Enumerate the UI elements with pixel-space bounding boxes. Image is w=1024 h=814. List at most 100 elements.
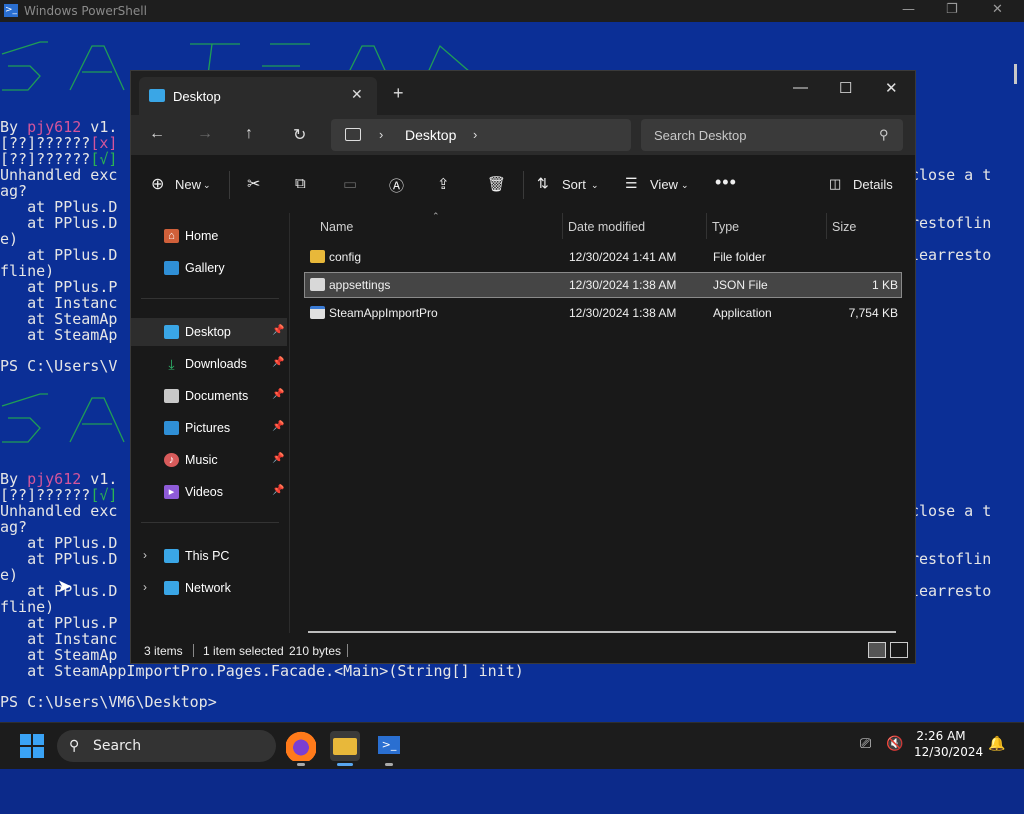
terminal-line: e) [0, 566, 19, 584]
chevron-down-icon: ⌄ [591, 180, 599, 190]
start-button[interactable] [20, 734, 44, 758]
sidebar-item-music[interactable]: ♪ Music 📌 [131, 446, 287, 474]
terminal-line: [??]??????[√] [0, 150, 118, 168]
chevron-right-icon[interactable]: › [473, 127, 477, 142]
json-file-icon [310, 278, 325, 291]
file-list[interactable]: ⌃ Name Date modified Type Size config 12… [290, 211, 915, 633]
terminal-fragment: restoflin [910, 550, 992, 568]
pin-icon[interactable]: 📌 [272, 453, 284, 464]
sidebar-item-this-pc[interactable]: › This PC [131, 542, 287, 570]
tiles-view-icon[interactable] [890, 642, 908, 658]
tab-desktop[interactable]: Desktop ✕ [139, 77, 377, 115]
application-icon [310, 306, 325, 319]
column-divider[interactable] [706, 213, 707, 239]
rename-icon[interactable]: Ⓐ [389, 175, 404, 196]
sidebar-item-pictures[interactable]: Pictures 📌 [131, 414, 287, 442]
paste-icon[interactable]: ▭ [343, 175, 357, 193]
file-row[interactable]: appsettings 12/30/2024 1:38 AM JSON File… [304, 272, 902, 298]
sort-button[interactable]: Sort [562, 177, 586, 192]
forward-button[interactable]: → [197, 125, 213, 143]
up-button[interactable]: ↑ [245, 125, 253, 143]
terminal-line: at PPlus.D [0, 550, 118, 568]
notification-bell-icon[interactable]: 🔔 [988, 736, 1005, 752]
back-button[interactable]: ← [149, 125, 165, 143]
search-input[interactable]: Search Desktop ⚲ [641, 119, 903, 151]
file-explorer-taskbar-button[interactable] [330, 731, 360, 766]
pin-icon[interactable]: 📌 [272, 357, 284, 368]
maximize-button[interactable]: ❐ [946, 2, 958, 17]
refresh-button[interactable]: ↻ [293, 125, 306, 145]
windows-logo-icon [33, 734, 44, 745]
minimize-button[interactable]: — [902, 2, 915, 17]
sidebar-item-label: Home [185, 229, 219, 243]
details-view-icon[interactable] [868, 642, 886, 658]
column-header-date[interactable]: Date modified [568, 220, 645, 234]
desktop-icon [164, 325, 179, 339]
column-divider[interactable] [562, 213, 563, 239]
view-button[interactable]: View [650, 177, 678, 192]
terminal-line: at PPlus.D [0, 534, 118, 552]
delete-icon[interactable]: 🗑 [487, 175, 506, 193]
pin-icon[interactable]: 📌 [272, 485, 284, 496]
file-name: SteamAppImportPro [329, 306, 438, 320]
clock[interactable]: 2:26 AM 12/30/2024 [914, 729, 983, 759]
column-header-name[interactable]: Name [320, 220, 353, 234]
details-pane-icon: ◫ [829, 176, 842, 191]
terminal-line: PS C:\Users\V [0, 357, 118, 375]
terminal-line: at PPlus.P [0, 278, 118, 296]
file-explorer-window[interactable]: Desktop ✕ + — ☐ ✕ ← → ↑ ↻ › Desktop › Se… [130, 70, 916, 664]
pin-icon[interactable]: 📌 [272, 389, 284, 400]
file-row[interactable]: SteamAppImportPro 12/30/2024 1:38 AM App… [304, 300, 902, 326]
file-row[interactable]: config 12/30/2024 1:41 AM File folder [304, 244, 902, 270]
taskbar-search[interactable]: ⚲ Search [57, 730, 276, 762]
sidebar-divider [141, 522, 279, 523]
selection-size: 210 bytes [289, 644, 342, 658]
powershell-taskbar-button[interactable]: >_ [374, 731, 404, 766]
sidebar-item-label: This PC [185, 549, 230, 563]
sidebar-item-gallery[interactable]: Gallery [131, 254, 287, 282]
close-button[interactable]: ✕ [992, 2, 1003, 17]
firefox-icon[interactable] [286, 731, 316, 766]
desktop-icon [149, 89, 165, 102]
chevron-right-icon[interactable]: › [143, 580, 147, 594]
terminal-fragment: learresto [910, 246, 992, 264]
volume-muted-icon[interactable]: 🔇 [886, 736, 903, 752]
new-tab-button[interactable]: + [393, 83, 404, 104]
close-button[interactable]: ✕ [885, 79, 898, 97]
sidebar-item-videos[interactable]: ▸ Videos 📌 [131, 478, 287, 506]
sidebar-item-label: Videos [185, 485, 223, 499]
terminal-line: Unhandled exc [0, 166, 118, 184]
terminal-scrollbar[interactable] [1014, 64, 1017, 84]
terminal-line: at SteamAppImportPro.Pages.Facade.<Main>… [0, 662, 524, 680]
new-button[interactable]: New [175, 177, 201, 192]
pin-icon[interactable]: 📌 [272, 325, 284, 336]
pin-icon[interactable]: 📌 [272, 421, 284, 432]
cut-icon[interactable]: ✂ [247, 174, 260, 194]
column-divider[interactable] [826, 213, 827, 239]
tab-close-icon[interactable]: ✕ [351, 86, 363, 103]
chevron-right-icon[interactable]: › [143, 548, 147, 562]
sidebar-item-documents[interactable]: Documents 📌 [131, 382, 287, 410]
terminal-line: at Instanc [0, 630, 118, 648]
sidebar-item-downloads[interactable]: ⤓ Downloads 📌 [131, 350, 287, 378]
address-bar[interactable]: › Desktop › [331, 119, 631, 151]
maximize-button[interactable]: ☐ [839, 79, 852, 97]
status-bar: 3 items 1 item selected 210 bytes [131, 633, 915, 663]
file-type: JSON File [713, 278, 768, 292]
column-header-type[interactable]: Type [712, 220, 739, 234]
chevron-right-icon[interactable]: › [379, 127, 383, 142]
command-bar: ⊕ New ⌄ ✂ ⧉ ▭ Ⓐ ⇪ 🗑 ⇅ Sort ⌄ ☰ View ⌄ ••… [131, 155, 915, 214]
powershell-titlebar[interactable]: >_ Windows PowerShell — ❐ ✕ [0, 0, 1024, 22]
details-button[interactable]: Details [853, 177, 893, 192]
column-header-size[interactable]: Size [832, 220, 856, 234]
sidebar-item-home[interactable]: ⌂ Home [131, 222, 287, 250]
copy-icon[interactable]: ⧉ [295, 175, 306, 192]
pictures-icon [164, 421, 179, 435]
network-icon[interactable]: ⎚ [860, 736, 871, 752]
more-options-icon[interactable]: ••• [715, 172, 737, 193]
sidebar-item-desktop[interactable]: Desktop 📌 [131, 318, 287, 346]
breadcrumb[interactable]: Desktop [405, 127, 456, 143]
share-icon[interactable]: ⇪ [437, 175, 450, 193]
sidebar-item-network[interactable]: › Network [131, 574, 287, 602]
minimize-button[interactable]: — [793, 79, 808, 96]
